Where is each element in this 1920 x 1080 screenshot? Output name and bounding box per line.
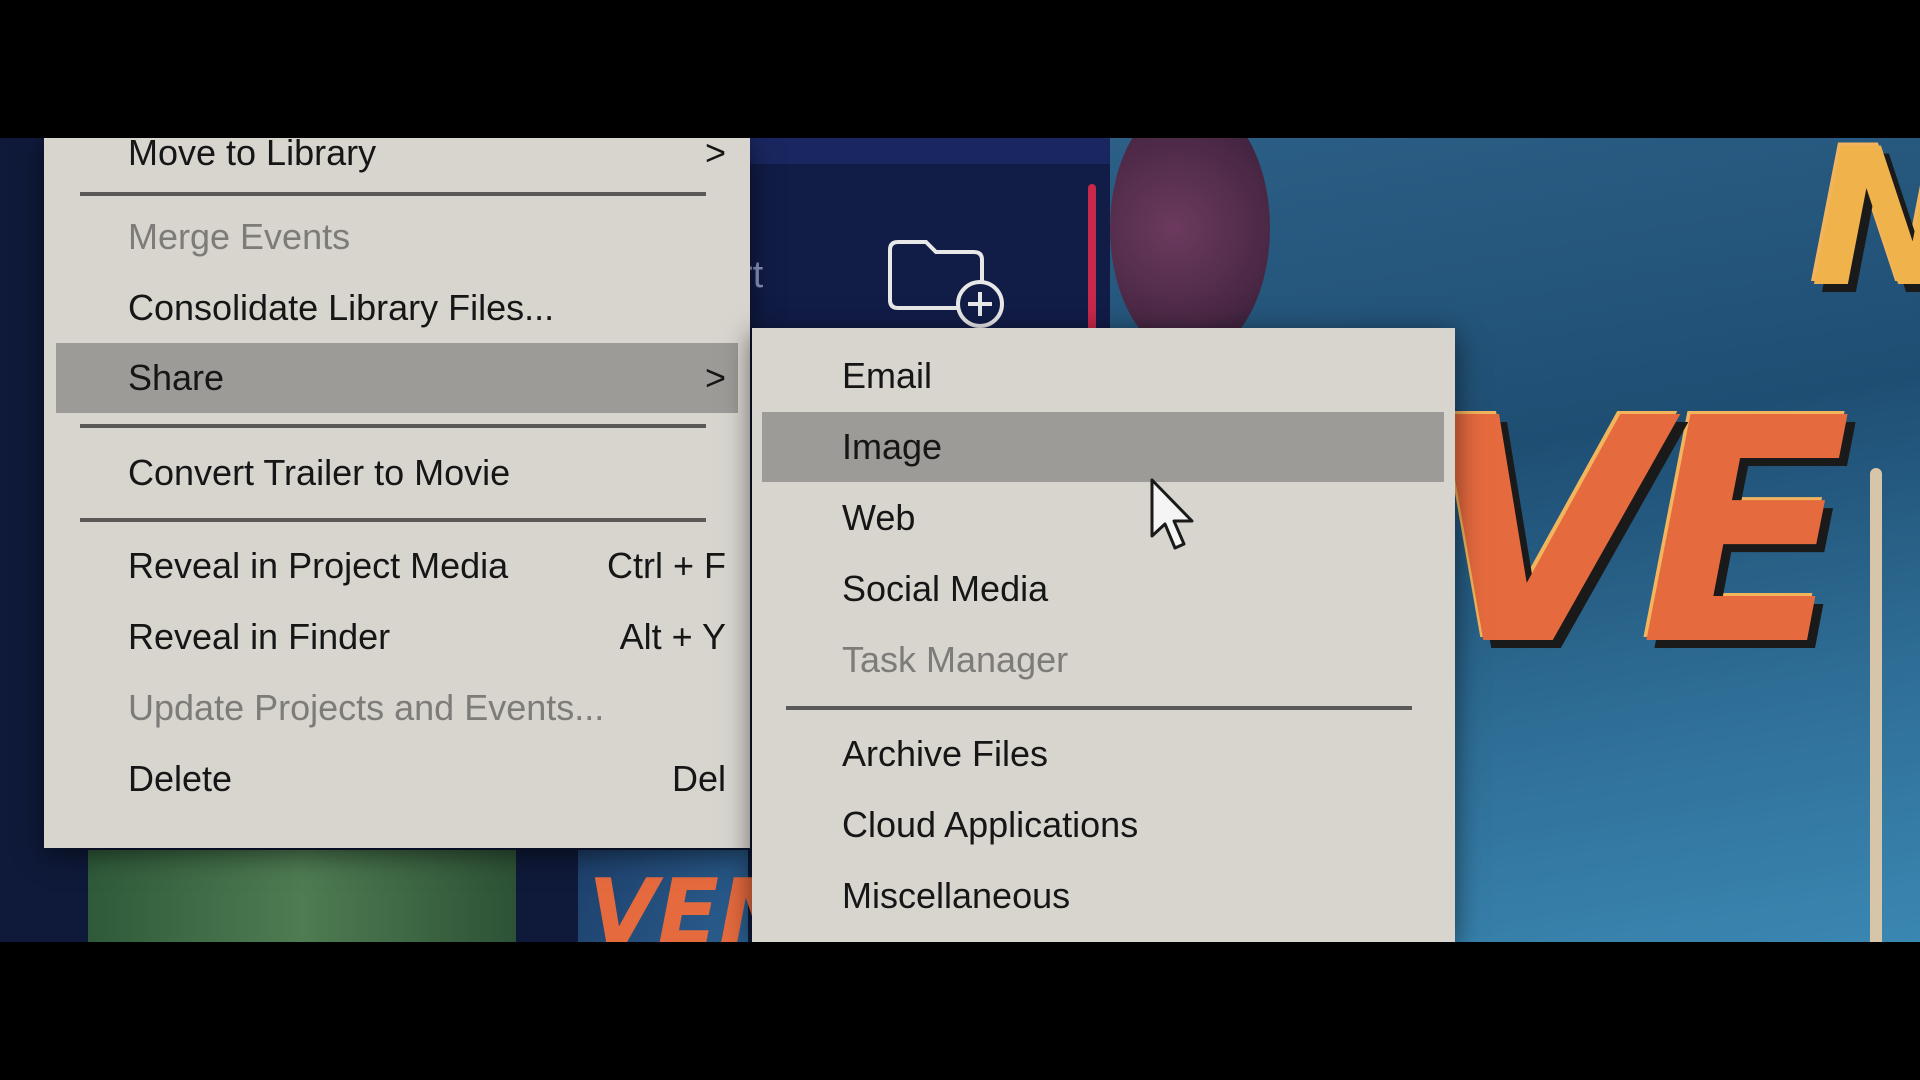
keyboard-shortcut: Ctrl + F: [606, 545, 726, 586]
menu-separator: [786, 706, 1412, 710]
submenu-item-miscellaneous[interactable]: Miscellaneous: [762, 861, 1444, 931]
submenu-item-image[interactable]: Image: [762, 412, 1444, 482]
submenu-item-archive-files[interactable]: Archive Files: [762, 719, 1444, 789]
menu-item-reveal-in-project-media[interactable]: Reveal in Project Media Ctrl + F: [56, 531, 738, 601]
media-thumbnail[interactable]: [88, 850, 516, 942]
folder-add-icon[interactable]: [886, 230, 1006, 330]
media-thumbnail[interactable]: VEN: [578, 850, 794, 942]
letterbox-bottom: [0, 942, 1920, 1080]
keyboard-shortcut: Del: [671, 758, 726, 799]
submenu-arrow: >: [704, 357, 726, 398]
keyboard-shortcut: Alt + Y: [619, 616, 726, 657]
menu-item-move-to-library[interactable]: Move to Library >: [56, 138, 738, 188]
poster-stick: [1870, 468, 1882, 942]
mouse-pointer-icon: [1150, 478, 1194, 550]
menu-separator: [80, 518, 706, 522]
app-toolbar-strip: [700, 138, 1110, 164]
menu-item-merge-events: Merge Events: [128, 216, 351, 257]
submenu-arrow: >: [704, 138, 726, 173]
menu-separator: [80, 424, 706, 428]
submenu-item-web[interactable]: Web: [762, 483, 1444, 553]
submenu-item-cloud-applications[interactable]: Cloud Applications: [762, 790, 1444, 860]
letterbox-top: [0, 0, 1920, 138]
app-scene: rt VE N VEN Move to Library > Merge Even…: [0, 138, 1920, 942]
submenu-item-task-manager: Task Manager: [842, 639, 1069, 680]
menu-item-delete[interactable]: Delete Del: [56, 744, 738, 814]
share-submenu: Email Image Web Social Media Task Manage…: [752, 328, 1455, 942]
menu-item-share[interactable]: Share >: [56, 343, 738, 413]
submenu-item-email[interactable]: Email: [762, 341, 1444, 411]
poster-disc: [1110, 138, 1270, 358]
poster-lettering-top: N: [1810, 138, 1920, 329]
context-menu: Move to Library > Merge Events Consolida…: [44, 138, 750, 848]
menu-item-convert-trailer-to-movie[interactable]: Convert Trailer to Movie: [56, 438, 738, 508]
timeline-playhead: [1088, 184, 1096, 334]
menu-item-consolidate-library-files[interactable]: Consolidate Library Files...: [56, 273, 738, 343]
poster-lettering: VE: [1420, 353, 1852, 714]
menu-separator: [80, 192, 706, 196]
menu-item-update-projects-and-events: Update Projects and Events...: [128, 687, 605, 728]
submenu-item-social-media[interactable]: Social Media: [762, 554, 1444, 624]
menu-item-reveal-in-finder[interactable]: Reveal in Finder Alt + Y: [56, 602, 738, 672]
